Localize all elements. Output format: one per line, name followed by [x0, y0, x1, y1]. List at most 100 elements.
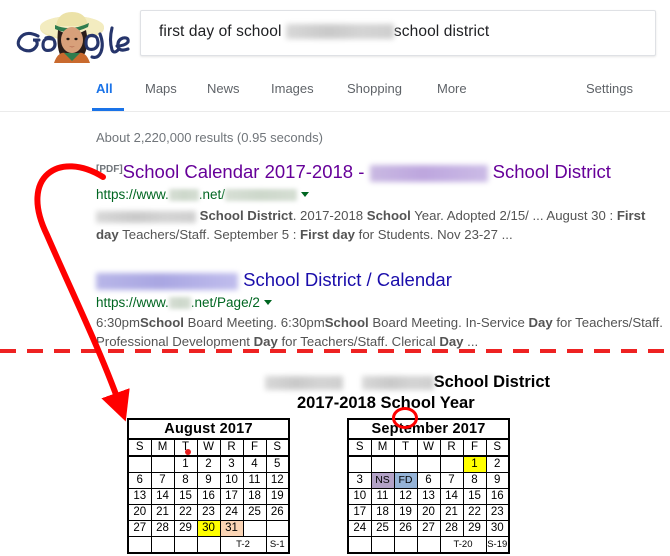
august-day-cell[interactable] [127, 455, 152, 473]
september-day-cell[interactable]: 19 [393, 504, 418, 521]
august-day-cell[interactable]: 2 [196, 455, 221, 473]
september-day-cell[interactable]: 1 [462, 455, 487, 473]
september-day-cell[interactable]: 11 [370, 488, 395, 505]
august-day-cell[interactable]: 29 [173, 520, 198, 537]
september-dow-2: T [393, 438, 418, 457]
result-1-snippet-redacted [96, 210, 196, 223]
tab-maps[interactable]: Maps [145, 81, 177, 96]
result-1-url[interactable]: https://www. .net/ [96, 187, 310, 202]
september-day-cell[interactable]: 14 [439, 488, 464, 505]
september-day-cell[interactable]: 30 [485, 520, 510, 537]
heading-line2: 2017-2018 School Year [297, 394, 475, 412]
august-day-cell[interactable]: 22 [173, 504, 198, 521]
august-day-cell[interactable]: 15 [173, 488, 198, 505]
august-day-cell[interactable]: 20 [127, 504, 152, 521]
september-day-cell[interactable]: 13 [416, 488, 441, 505]
september-day-cell[interactable] [416, 455, 441, 473]
september-day-cell[interactable]: 17 [347, 504, 372, 521]
tab-all[interactable]: All [96, 81, 113, 96]
august-day-cell[interactable] [265, 520, 290, 537]
august-day-cell[interactable]: 23 [196, 504, 221, 521]
page-header: first day of school school district [0, 0, 670, 70]
august-day-cell[interactable]: 19 [265, 488, 290, 505]
september-day-cell[interactable]: 18 [370, 504, 395, 521]
september-day-cell[interactable]: 25 [370, 520, 395, 537]
august-day-cell[interactable]: 16 [196, 488, 221, 505]
september-day-cell[interactable]: 16 [485, 488, 510, 505]
september-day-cell[interactable] [393, 455, 418, 473]
august-day-cell[interactable]: 25 [242, 504, 267, 521]
august-day-cell[interactable]: 8 [173, 472, 198, 489]
september-day-cell[interactable]: 9 [485, 472, 510, 489]
tab-more[interactable]: More [437, 81, 467, 96]
august-footer-blank [196, 536, 221, 554]
result-1-snippet: School District. 2017-2018 School Year. … [96, 206, 666, 244]
september-day-cell[interactable]: 12 [393, 488, 418, 505]
august-day-cell[interactable]: 9 [196, 472, 221, 489]
result-2-title[interactable]: School District / Calendar [96, 269, 452, 291]
september-day-cell[interactable]: 15 [462, 488, 487, 505]
august-day-cell[interactable]: 12 [265, 472, 290, 489]
september-day-cell[interactable]: 6 [416, 472, 441, 489]
september-day-cell[interactable]: 27 [416, 520, 441, 537]
september-day-cell[interactable]: 23 [485, 504, 510, 521]
september-day-cell[interactable]: 7 [439, 472, 464, 489]
august-day-cell[interactable]: 17 [219, 488, 244, 505]
september-day-cell[interactable] [370, 455, 395, 473]
september-day-cell[interactable]: FD [393, 472, 418, 489]
september-day-cell[interactable]: 26 [393, 520, 418, 537]
september-footer-blank [370, 536, 395, 554]
september-day-cell[interactable]: 2 [485, 455, 510, 473]
august-day-cell[interactable]: 11 [242, 472, 267, 489]
september-day-cell[interactable]: 8 [462, 472, 487, 489]
august-day-cell[interactable] [242, 520, 267, 537]
september-day-cell[interactable] [439, 455, 464, 473]
september-teacher-days: T-20 [439, 536, 487, 554]
august-day-cell[interactable]: 5 [265, 455, 290, 473]
august-day-cell[interactable]: 13 [127, 488, 152, 505]
august-day-cell[interactable]: 10 [219, 472, 244, 489]
september-day-cell[interactable]: 24 [347, 520, 372, 537]
august-week-1: 6 7 8 9 10 11 12 [127, 472, 290, 489]
august-day-cell[interactable]: 1 [173, 455, 198, 473]
tab-shopping[interactable]: Shopping [347, 81, 402, 96]
august-day-cell[interactable]: 14 [150, 488, 175, 505]
august-day-cell[interactable] [150, 455, 175, 473]
august-day-cell[interactable]: 26 [265, 504, 290, 521]
settings-button[interactable]: Settings [586, 81, 633, 96]
search-box[interactable]: first day of school school district [140, 10, 656, 56]
august-day-cell[interactable]: 30 [196, 520, 221, 537]
august-dow-6: S [265, 438, 290, 457]
august-day-cell[interactable]: 27 [127, 520, 152, 537]
search-input[interactable]: first day of school school district [159, 23, 489, 41]
september-day-cell[interactable]: 22 [462, 504, 487, 521]
result-2-url[interactable]: https://www. .net/Page/2 [96, 295, 272, 310]
google-doodle[interactable] [8, 6, 134, 64]
chevron-down-icon[interactable] [301, 191, 310, 197]
august-day-cell[interactable]: 3 [219, 455, 244, 473]
result-1-title-before: School Calendar 2017-2018 - [122, 161, 370, 182]
september-day-cell[interactable]: 3 [347, 472, 372, 489]
search-query-redacted [285, 24, 394, 40]
august-day-cell[interactable]: 18 [242, 488, 267, 505]
august-day-cell[interactable]: 21 [150, 504, 175, 521]
september-day-cell[interactable] [347, 455, 372, 473]
september-day-cell[interactable]: 20 [416, 504, 441, 521]
result-1-title[interactable]: [PDF]School Calendar 2017-2018 - School … [96, 161, 611, 183]
august-day-cell[interactable]: 6 [127, 472, 152, 489]
september-day-cell[interactable]: 29 [462, 520, 487, 537]
september-day-cell[interactable]: 21 [439, 504, 464, 521]
september-day-cell[interactable]: NS [370, 472, 395, 489]
august-day-cell[interactable]: 4 [242, 455, 267, 473]
august-day-cell[interactable]: 24 [219, 504, 244, 521]
august-day-cell[interactable]: 31 [219, 520, 244, 537]
september-day-cell[interactable]: 28 [439, 520, 464, 537]
cursor-marker-dot [185, 449, 191, 455]
tab-images[interactable]: Images [271, 81, 314, 96]
september-day-cell[interactable]: 10 [347, 488, 372, 505]
chevron-down-icon-2[interactable] [263, 299, 272, 305]
heading-redacted-1 [265, 375, 343, 390]
august-day-cell[interactable]: 28 [150, 520, 175, 537]
august-day-cell[interactable]: 7 [150, 472, 175, 489]
tab-news[interactable]: News [207, 81, 240, 96]
